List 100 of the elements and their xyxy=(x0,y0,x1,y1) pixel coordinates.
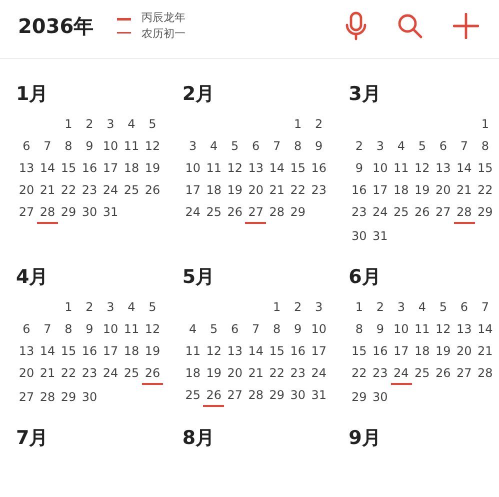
day-number[interactable]: 19 xyxy=(142,159,163,178)
day-number[interactable]: 30 xyxy=(79,388,100,407)
day-number[interactable]: 24 xyxy=(182,203,204,222)
day-number[interactable]: 7 xyxy=(37,137,58,156)
day-number[interactable]: 19 xyxy=(142,342,163,361)
day-number[interactable]: 30 xyxy=(348,227,370,246)
day-number[interactable]: 22 xyxy=(58,364,79,383)
day-number[interactable]: 22 xyxy=(266,364,288,383)
day-number[interactable]: 7 xyxy=(454,137,475,156)
day-number[interactable]: 14 xyxy=(245,342,266,361)
day-number[interactable]: 2 xyxy=(348,137,370,156)
day-number[interactable]: 10 xyxy=(182,159,204,178)
day-number[interactable]: 15 xyxy=(266,342,288,361)
day-number[interactable]: 25 xyxy=(412,364,433,383)
day-number[interactable]: 29 xyxy=(474,203,496,222)
day-number[interactable]: 18 xyxy=(412,342,433,361)
day-number[interactable]: 26 xyxy=(142,181,163,200)
day-number[interactable]: 6 xyxy=(454,298,475,317)
day-number[interactable]: 23 xyxy=(308,181,330,200)
day-number[interactable]: 17 xyxy=(370,181,391,200)
month-title[interactable]: 3月 xyxy=(348,81,381,107)
day-number[interactable]: 18 xyxy=(203,181,224,200)
day-number[interactable]: 23 xyxy=(79,181,100,200)
day-number[interactable]: 16 xyxy=(79,342,100,361)
day-number[interactable]: 14 xyxy=(474,320,496,339)
day-number[interactable]: 2 xyxy=(308,115,330,134)
day-number[interactable]: 5 xyxy=(142,115,163,134)
day-number[interactable]: 1 xyxy=(474,115,496,134)
day-number[interactable]: 14 xyxy=(37,342,58,361)
day-number[interactable]: 14 xyxy=(266,159,288,178)
day-number[interactable]: 22 xyxy=(58,181,79,200)
day-number[interactable]: 15 xyxy=(474,159,496,178)
day-number[interactable]: 24 xyxy=(100,181,121,200)
day-number[interactable]: 4 xyxy=(121,298,142,317)
day-number[interactable]: 26 xyxy=(203,386,224,407)
day-number[interactable]: 21 xyxy=(454,181,475,200)
month-title[interactable]: 2月 xyxy=(182,81,215,107)
day-number[interactable]: 1 xyxy=(266,298,288,317)
day-number[interactable]: 7 xyxy=(37,320,58,339)
day-number[interactable]: 27 xyxy=(16,388,37,407)
day-number[interactable]: 18 xyxy=(390,181,412,200)
day-number[interactable]: 8 xyxy=(266,320,288,339)
day-number[interactable]: 31 xyxy=(370,227,391,246)
day-number[interactable]: 16 xyxy=(348,181,370,200)
day-number[interactable]: 28 xyxy=(266,203,288,222)
day-number[interactable]: 26 xyxy=(432,364,454,383)
month-title[interactable]: 6月 xyxy=(348,264,381,290)
day-number[interactable]: 31 xyxy=(308,386,330,405)
day-number[interactable]: 3 xyxy=(100,298,121,317)
day-number[interactable]: 9 xyxy=(287,320,308,339)
day-number[interactable]: 31 xyxy=(100,203,121,222)
day-number[interactable]: 8 xyxy=(348,320,370,339)
day-number[interactable]: 18 xyxy=(182,364,204,383)
day-number[interactable]: 2 xyxy=(79,115,100,134)
day-number[interactable]: 6 xyxy=(16,137,37,156)
day-number[interactable]: 19 xyxy=(224,181,246,200)
month-title[interactable]: 4月 xyxy=(16,264,48,290)
day-number[interactable]: 4 xyxy=(182,320,204,339)
month-title[interactable]: 5月 xyxy=(182,264,215,290)
day-number[interactable]: 15 xyxy=(58,342,79,361)
day-number[interactable]: 12 xyxy=(412,159,433,178)
day-number[interactable]: 17 xyxy=(100,159,121,178)
day-number[interactable]: 10 xyxy=(370,159,391,178)
day-number[interactable]: 27 xyxy=(245,203,266,224)
day-number[interactable]: 29 xyxy=(287,203,308,222)
day-number[interactable]: 20 xyxy=(16,364,37,383)
day-number[interactable]: 25 xyxy=(203,203,224,222)
day-number[interactable]: 25 xyxy=(390,203,412,222)
day-number[interactable]: 6 xyxy=(16,320,37,339)
day-number[interactable]: 27 xyxy=(224,386,246,405)
day-number[interactable]: 8 xyxy=(58,320,79,339)
day-number[interactable]: 17 xyxy=(308,342,330,361)
day-number[interactable]: 30 xyxy=(79,203,100,222)
day-number[interactable]: 21 xyxy=(474,342,496,361)
month-title[interactable]: 1月 xyxy=(16,81,48,107)
day-number[interactable]: 18 xyxy=(121,342,142,361)
day-number[interactable]: 13 xyxy=(432,159,454,178)
day-number[interactable]: 23 xyxy=(287,364,308,383)
day-number[interactable]: 13 xyxy=(454,320,475,339)
day-number[interactable]: 23 xyxy=(370,364,391,383)
day-number[interactable]: 4 xyxy=(390,137,412,156)
day-number[interactable]: 30 xyxy=(287,386,308,405)
day-number[interactable]: 14 xyxy=(454,159,475,178)
day-number[interactable]: 27 xyxy=(16,203,37,222)
month-title[interactable]: 8月 xyxy=(182,425,215,451)
day-number[interactable]: 10 xyxy=(390,320,412,339)
day-number[interactable]: 4 xyxy=(412,298,433,317)
day-number[interactable]: 19 xyxy=(432,342,454,361)
day-number[interactable]: 29 xyxy=(58,203,79,222)
day-number[interactable]: 17 xyxy=(100,342,121,361)
day-number[interactable]: 29 xyxy=(348,388,370,407)
day-number[interactable]: 11 xyxy=(390,159,412,178)
day-number[interactable]: 25 xyxy=(182,386,204,405)
day-number[interactable]: 8 xyxy=(58,137,79,156)
day-number[interactable]: 11 xyxy=(203,159,224,178)
day-number[interactable]: 27 xyxy=(432,203,454,222)
day-number[interactable]: 24 xyxy=(370,203,391,222)
day-number[interactable]: 10 xyxy=(308,320,330,339)
day-number[interactable]: 26 xyxy=(224,203,246,222)
day-number[interactable]: 22 xyxy=(474,181,496,200)
